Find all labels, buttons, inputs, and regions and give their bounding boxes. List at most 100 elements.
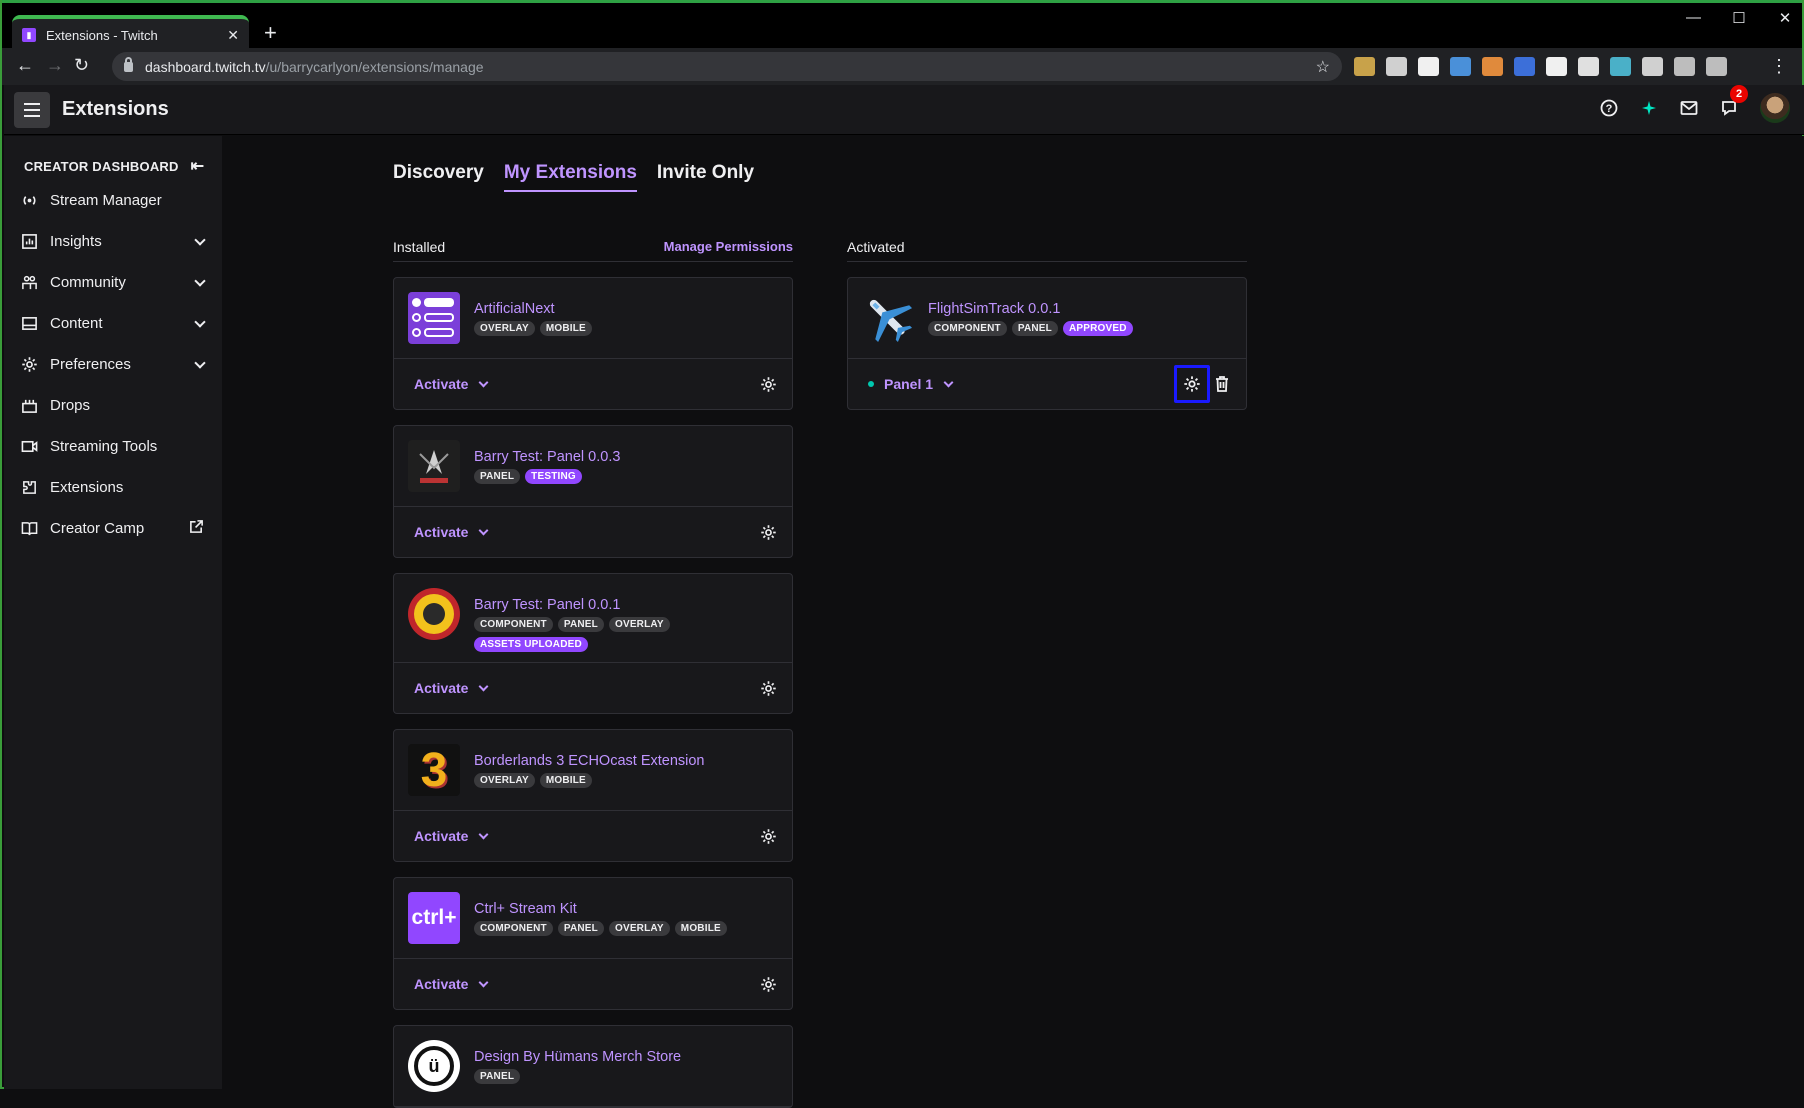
external-link-icon [189, 519, 204, 539]
tag-badge: MOBILE [539, 773, 592, 788]
gear-icon[interactable] [758, 374, 778, 394]
chevron-down-icon [479, 377, 489, 387]
browser-extension-icon[interactable] [1482, 57, 1503, 76]
sidebar-item-extensions[interactable]: Extensions [4, 467, 222, 508]
chevron-down-icon [194, 356, 206, 369]
gear-icon[interactable] [758, 974, 778, 994]
new-tab-icon[interactable]: + [264, 20, 277, 46]
activate-label: Activate [414, 376, 469, 392]
tab-discovery[interactable]: Discovery [393, 162, 484, 192]
activate-dropdown[interactable]: Activate [414, 828, 489, 844]
extension-name[interactable]: Barry Test: Panel 0.0.3 [474, 449, 620, 465]
svg-text:?: ? [1606, 103, 1613, 115]
close-tab-icon[interactable]: ✕ [227, 27, 239, 44]
sidebar-item-creator-camp[interactable]: Creator Camp [4, 508, 222, 549]
extension-name[interactable]: Design By Hümans Merch Store [474, 1049, 681, 1065]
extension-name[interactable]: ArtificialNext [474, 301, 592, 317]
inbox-icon[interactable] [1680, 99, 1698, 117]
browser-tab[interactable]: ▮ Extensions - Twitch ✕ [12, 15, 249, 51]
notifications-icon[interactable]: 2 [1720, 85, 1748, 117]
extension-tags: COMPONENT PANEL OVERLAY ASSETS UPLOADED [474, 617, 734, 652]
tab-my-extensions[interactable]: My Extensions [503, 162, 637, 192]
extension-name[interactable]: FlightSimTrack 0.0.1 [928, 301, 1133, 317]
extension-name[interactable]: Ctrl+ Stream Kit [474, 901, 727, 917]
twitch-favicon-icon: ▮ [22, 28, 36, 42]
sidebar-item-insights[interactable]: Insights [4, 221, 222, 262]
browser-extension-icon[interactable] [1642, 57, 1663, 76]
sidebar-items: Stream Manager Insights Community Content Pr… [4, 180, 222, 549]
browser-extension-icon[interactable] [1514, 57, 1535, 76]
browser-extension-icon[interactable] [1418, 57, 1439, 76]
browser-extension-icon[interactable] [1674, 57, 1695, 76]
activate-dropdown[interactable]: Activate [414, 976, 489, 992]
sidebar-item-label: Stream Manager [50, 192, 162, 209]
activate-label: Activate [414, 828, 469, 844]
installed-extension-card: Barry Test: Panel 0.0.3 PANEL TESTING Activ… [393, 425, 793, 558]
sidebar-item-stream-manager[interactable]: Stream Manager [4, 180, 222, 221]
settings-button[interactable] [1174, 365, 1210, 403]
browser-extension-icon[interactable] [1578, 57, 1599, 76]
extension-logo: ctrl+ [404, 888, 464, 948]
activate-dropdown[interactable]: Activate [414, 376, 489, 392]
activate-dropdown[interactable]: Activate [414, 524, 489, 540]
browser-extension-icon[interactable] [1610, 57, 1631, 76]
help-icon[interactable]: ? [1600, 99, 1618, 117]
extension-name[interactable]: Borderlands 3 ECHOcast Extension [474, 753, 705, 769]
browser-extension-icon[interactable] [1386, 57, 1407, 76]
forward-arrow-icon[interactable]: → [46, 55, 64, 76]
sidebar-item-label: Community [50, 274, 126, 291]
minimize-icon[interactable]: — [1686, 9, 1701, 27]
browser-tab-strip: ▮ Extensions - Twitch ✕ + — ☐ ✕ [2, 0, 1802, 51]
browser-extension-icon[interactable] [1354, 57, 1375, 76]
sidebar-item-label: Content [50, 315, 103, 332]
sidebar-item-content[interactable]: Content [4, 303, 222, 344]
extension-tags: OVERLAY MOBILE [474, 321, 592, 336]
gear-icon[interactable] [758, 678, 778, 698]
reload-icon[interactable]: ↻ [74, 55, 89, 76]
slot-dropdown[interactable]: Panel 1 [884, 376, 954, 392]
manage-permissions-link[interactable]: Manage Permissions [664, 239, 793, 254]
menu-icon[interactable] [14, 91, 50, 128]
address-bar[interactable]: dashboard.twitch.tv /u/barrycarlyon/exte… [112, 52, 1342, 81]
browser-window: ▮ Extensions - Twitch ✕ + — ☐ ✕ ← → ↻ da… [0, 0, 1804, 1108]
active-status-dot [868, 381, 874, 387]
back-arrow-icon[interactable]: ← [16, 55, 34, 76]
card-actions: Activate [394, 959, 792, 1009]
activate-dropdown[interactable]: Activate [414, 680, 489, 696]
browser-menu-icon[interactable]: ⋮ [1770, 56, 1788, 77]
book-icon [21, 520, 38, 537]
gear-icon[interactable] [758, 522, 778, 542]
maximize-icon[interactable]: ☐ [1732, 9, 1746, 27]
browser-extension-icon[interactable] [1450, 57, 1471, 76]
card-actions: Activate [394, 663, 792, 713]
card-actions: Panel 1 [848, 359, 1246, 409]
sidebar-item-preferences[interactable]: Preferences [4, 344, 222, 385]
sidebar-item-streaming-tools[interactable]: Streaming Tools [4, 426, 222, 467]
chart-icon [21, 233, 38, 250]
activated-extension-card: FlightSimTrack 0.0.1 COMPONENT PANEL APPRO… [847, 277, 1247, 410]
bookmark-star-icon[interactable]: ☆ [1316, 57, 1330, 77]
extension-logo [404, 584, 464, 644]
browser-extension-icon[interactable] [1546, 57, 1567, 76]
card-actions: Activate [394, 507, 792, 557]
close-window-icon[interactable]: ✕ [1778, 9, 1792, 27]
camera-icon [21, 438, 38, 455]
tag-badge: PANEL [474, 1069, 521, 1084]
trash-icon[interactable] [1212, 374, 1232, 394]
top-nav-actions: ? 2 [1600, 85, 1790, 123]
collapse-sidebar-icon[interactable]: ⇤ [191, 156, 204, 176]
sparkle-icon[interactable] [1640, 99, 1658, 117]
sidebar-item-drops[interactable]: Drops [4, 385, 222, 426]
tag-badge: PANEL [557, 617, 604, 632]
sidebar-item-community[interactable]: Community [4, 262, 222, 303]
sidebar-item-label: Drops [50, 397, 91, 414]
card-header: ArtificialNext OVERLAY MOBILE [394, 278, 792, 359]
gear-icon[interactable] [758, 826, 778, 846]
extension-name[interactable]: Barry Test: Panel 0.0.1 [474, 597, 734, 613]
tab-invite-only[interactable]: Invite Only [657, 162, 754, 192]
sidebar-item-label: Creator Camp [50, 520, 145, 537]
card-header: Barry Test: Panel 0.0.3 PANEL TESTING [394, 426, 792, 507]
browser-extension-icon[interactable] [1706, 57, 1727, 76]
activated-column: Activated FlightSimTrack 0.0.1 COMPONENT… [847, 238, 1247, 410]
avatar[interactable] [1760, 93, 1790, 123]
